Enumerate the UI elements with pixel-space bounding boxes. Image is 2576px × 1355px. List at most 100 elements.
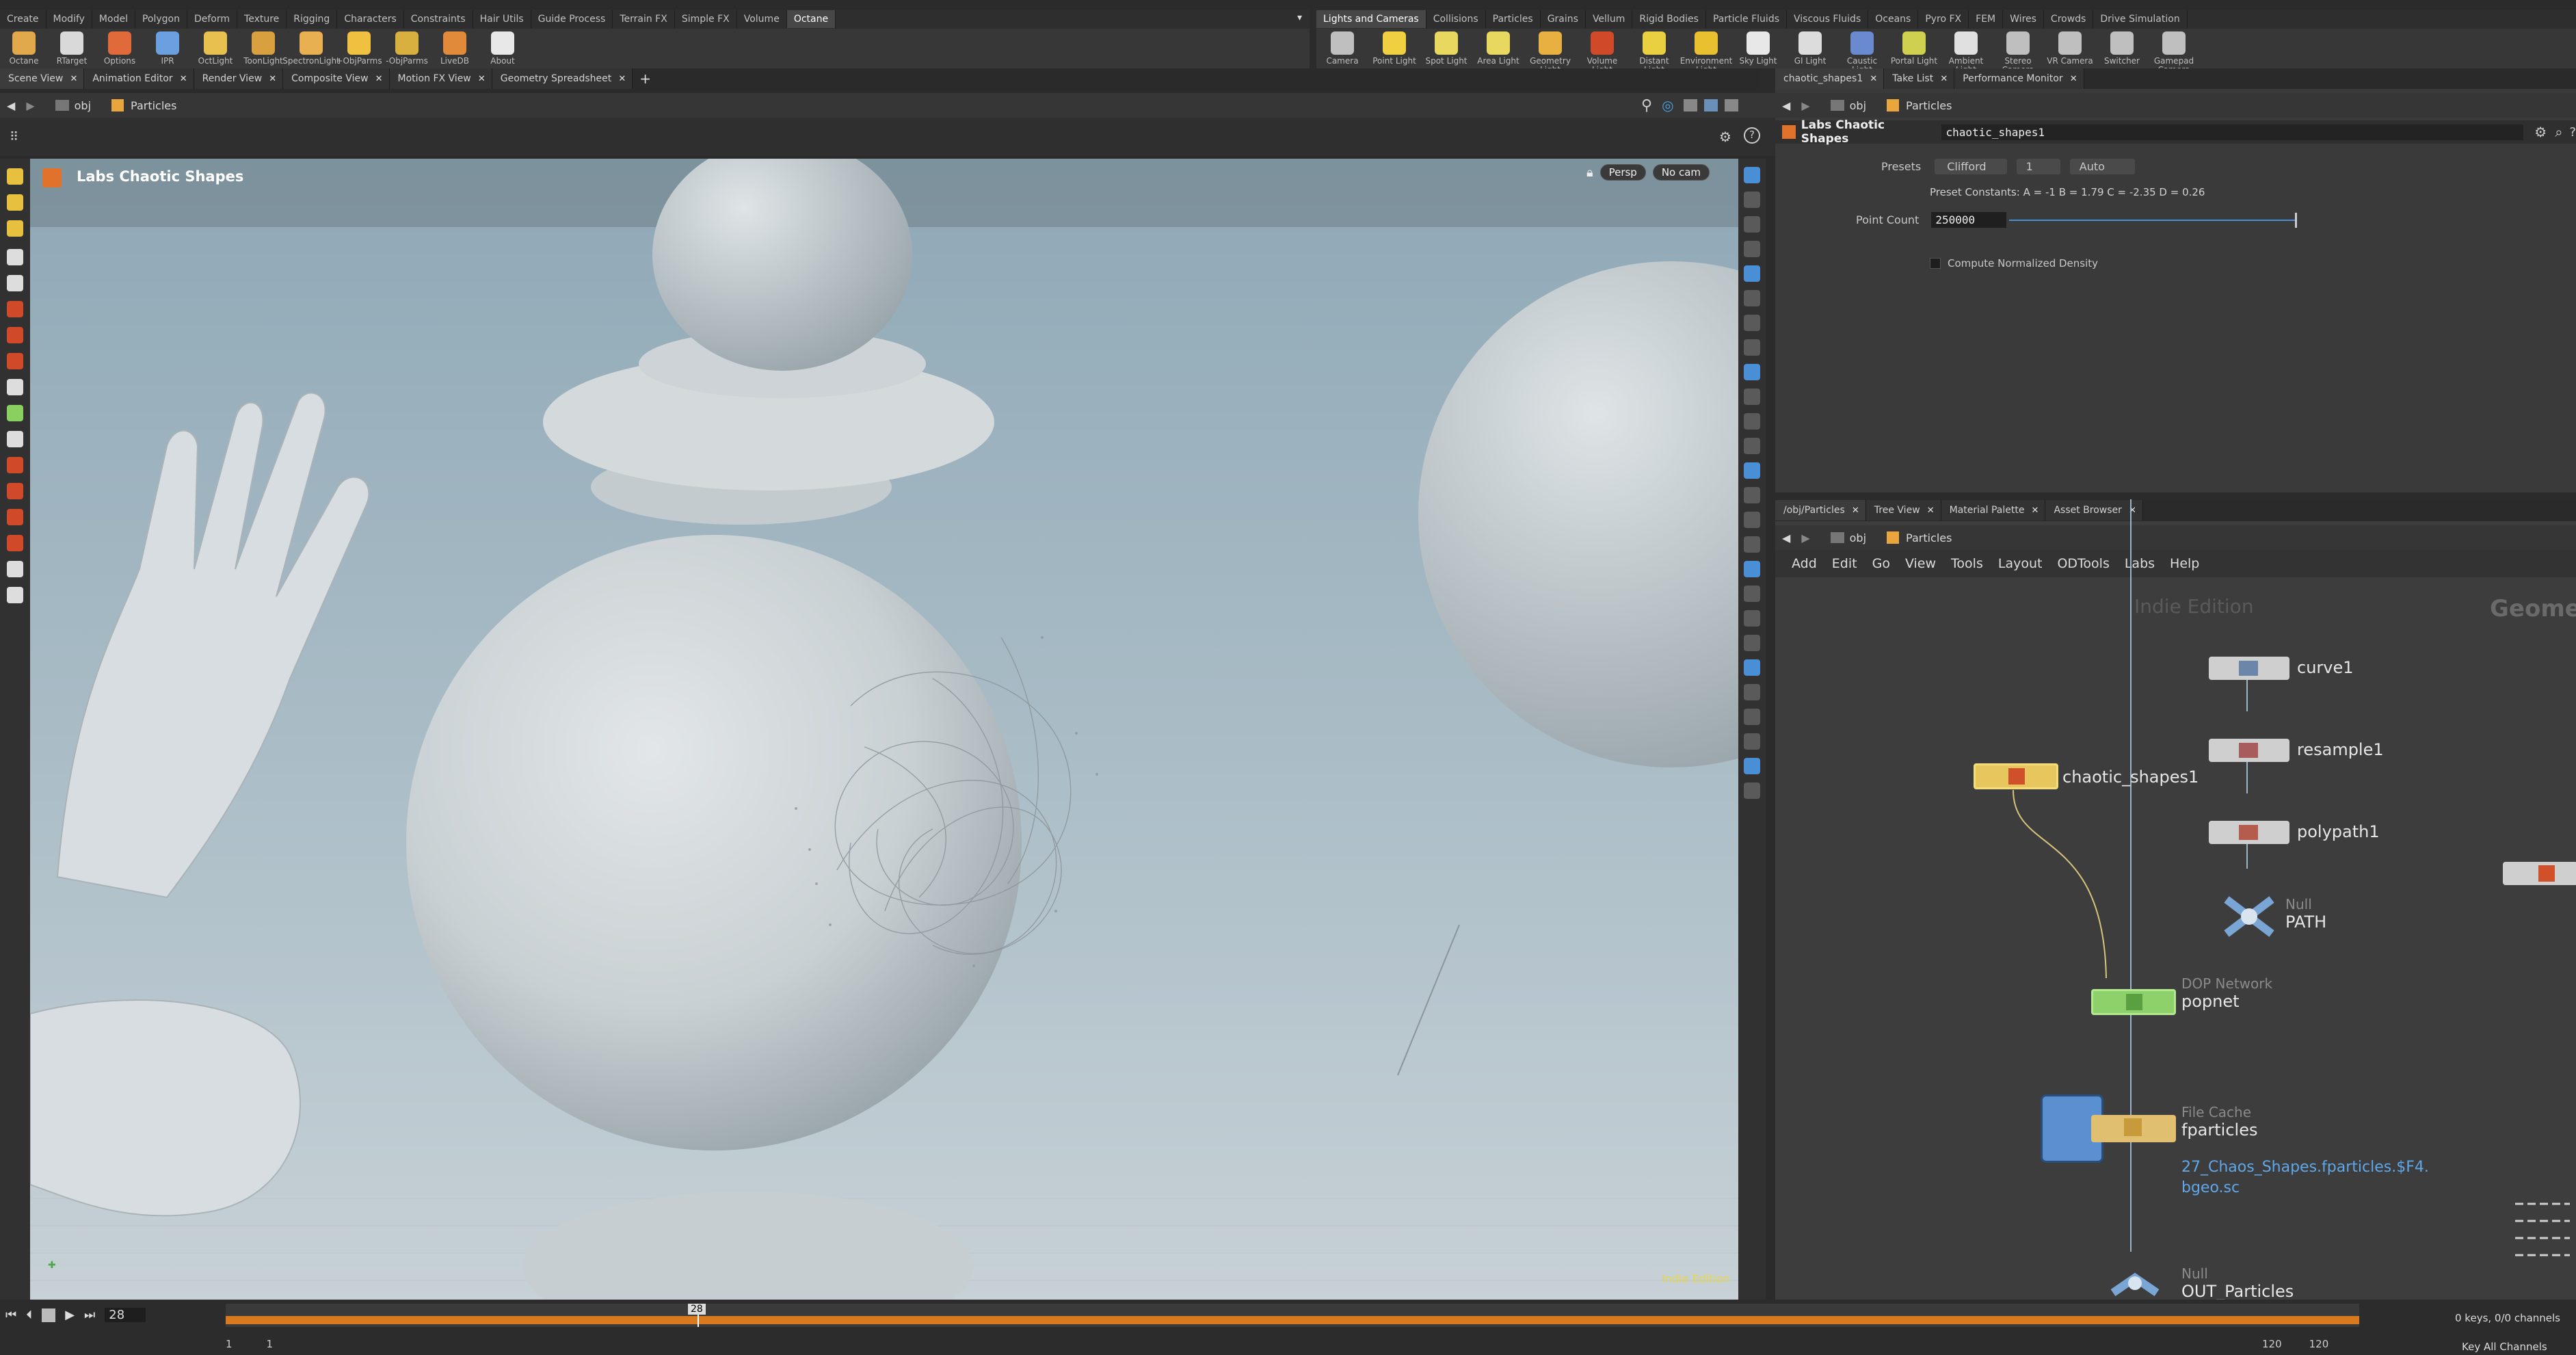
help-icon[interactable]: ? (1744, 127, 1760, 144)
display-option-icon[interactable] (1744, 709, 1760, 725)
shelf-tab[interactable]: Wires (2003, 10, 2044, 28)
display-option-icon[interactable] (1744, 339, 1760, 356)
shelf-tab[interactable]: Modify (47, 10, 92, 28)
curve1-label[interactable]: curve1 (2297, 658, 2354, 677)
jump-start-icon[interactable]: ⏮ (5, 1308, 16, 1322)
shelf-tab[interactable]: Drive Simulation (2093, 10, 2188, 28)
timeline-scrubber[interactable]: 28 (226, 1304, 2359, 1327)
shelf-tab[interactable]: Characters (337, 10, 404, 28)
shelf-tab[interactable]: Viscous Fluids (1787, 10, 1869, 28)
shelf-tab[interactable]: Model (92, 10, 135, 28)
point-count-slider[interactable] (2009, 212, 2298, 228)
view-tab[interactable]: Motion FX View ✕ (389, 68, 492, 89)
step-back-icon[interactable]: ⏴ (26, 1308, 32, 1322)
shelf-tab[interactable]: Lights and Cameras (1316, 10, 1426, 28)
shelf-tab[interactable]: Particles (1486, 10, 1541, 28)
jump-end-icon[interactable]: ⏭ (84, 1308, 95, 1322)
resample1-label[interactable]: resample1 (2297, 740, 2384, 759)
display-option-icon[interactable] (1744, 684, 1760, 700)
fparticles-label[interactable]: fparticles (2181, 1120, 2257, 1140)
display-option-icon[interactable] (1744, 438, 1760, 454)
shelf-tool[interactable]: Camera (1316, 31, 1368, 66)
shelf-tool[interactable]: ToonLight (239, 31, 287, 66)
play-icon[interactable]: ▶ (65, 1308, 75, 1322)
display-option-icon[interactable] (1744, 413, 1760, 430)
display-option-icon[interactable] (1744, 265, 1760, 282)
close-icon[interactable]: ✕ (478, 74, 486, 84)
param-back-icon[interactable]: ◀ (1782, 99, 1790, 112)
view-tab[interactable]: Composite View ✕ (283, 68, 390, 89)
viewport-tool-icon[interactable] (7, 301, 23, 317)
display-option-icon[interactable] (1744, 487, 1760, 503)
param-path-node[interactable]: Particles (1906, 99, 1952, 112)
viewport-tool-icon[interactable] (7, 275, 23, 291)
node-curve1[interactable] (2209, 657, 2289, 680)
viewport-tool-icon[interactable] (7, 561, 23, 577)
path-null-label[interactable]: PATH (2285, 912, 2326, 932)
pin-icon[interactable]: ⚲ (1641, 97, 1652, 114)
viewport-tool-icon[interactable] (7, 457, 23, 473)
display-option-icon[interactable] (1744, 290, 1760, 306)
preset-mode[interactable]: Auto (2069, 159, 2135, 174)
shelf-tab[interactable]: Rigid Bodies (1632, 10, 1706, 28)
display-option-icon[interactable] (1744, 241, 1760, 257)
node-chaotic-shapes1[interactable] (1974, 763, 2058, 789)
viewport-tool-icon[interactable] (7, 431, 23, 447)
layout-icon[interactable] (1703, 99, 1718, 111)
close-icon[interactable]: ✕ (618, 74, 626, 84)
shelf-tool[interactable]: OctLight (191, 31, 239, 66)
display-option-icon[interactable] (1744, 733, 1760, 750)
display-option-icon[interactable] (1744, 782, 1760, 799)
path-obj[interactable]: obj (75, 99, 91, 112)
display-option-icon[interactable] (1744, 635, 1760, 651)
param-forward-icon[interactable]: ▶ (1801, 99, 1809, 112)
node-name-field[interactable]: chaotic_shapes1 (1941, 124, 2524, 140)
viewport-tool-icon[interactable] (7, 249, 23, 265)
path-node[interactable]: Particles (131, 99, 176, 112)
shelf-tool[interactable]: Area Light (1472, 31, 1524, 66)
shelf-tab[interactable]: Texture (237, 10, 287, 28)
node-fparticles[interactable] (2091, 1115, 2176, 1142)
shelf-tab[interactable]: Pyro FX (1918, 10, 1969, 28)
display-option-icon[interactable] (1744, 315, 1760, 331)
shelf-tool[interactable]: SpectronLight (282, 31, 340, 66)
display-option-icon[interactable] (1744, 364, 1760, 380)
display-option-icon[interactable] (1744, 561, 1760, 577)
node-offscreen[interactable] (2503, 862, 2576, 885)
viewport-tool-icon[interactable] (7, 379, 23, 395)
close-icon[interactable]: ✕ (375, 74, 383, 84)
shelf-tab[interactable]: Terrain FX (613, 10, 675, 28)
view-tab[interactable]: Scene View ✕ (0, 68, 85, 89)
display-option-icon[interactable] (1744, 536, 1760, 553)
shelf-tool[interactable]: GI Light (1784, 31, 1836, 66)
shelf-tab[interactable]: Grains (1541, 10, 1586, 28)
stop-icon[interactable] (42, 1308, 56, 1322)
display-option-icon[interactable] (1744, 462, 1760, 479)
shelf-tool[interactable]: Octane (0, 31, 48, 66)
link-icon[interactable]: ◎ (1662, 97, 1673, 114)
add-tab-icon[interactable]: + (633, 70, 658, 87)
viewport-tool-icon[interactable] (7, 405, 23, 421)
chaotic-shapes1-label[interactable]: chaotic_shapes1 (2062, 767, 2199, 787)
param-path-obj[interactable]: obj (1850, 99, 1866, 112)
display-option-icon[interactable] (1744, 192, 1760, 208)
shelf-tab[interactable]: Particle Fluids (1706, 10, 1788, 28)
close-icon[interactable]: ✕ (2070, 74, 2077, 84)
shelf-tool[interactable]: Options (96, 31, 144, 66)
shelf-tab[interactable]: Volume (737, 10, 787, 28)
shelf-tool[interactable]: Switcher (2096, 31, 2148, 66)
close-icon[interactable]: ✕ (1940, 74, 1948, 84)
viewport-tool-icon[interactable] (7, 483, 23, 499)
shelf-tab[interactable]: Octane (786, 10, 836, 28)
viewport-tool-icon[interactable] (7, 587, 23, 603)
shelf-tab[interactable]: Deform (187, 10, 238, 28)
param-tab[interactable]: Performance Monitor ✕ (1954, 68, 2084, 89)
close-icon[interactable]: ✕ (70, 74, 77, 84)
display-option-icon[interactable] (1744, 216, 1760, 233)
forward-arrow-icon[interactable]: ▶ (26, 99, 34, 112)
point-count-field[interactable]: 250000 (1931, 212, 2007, 228)
viewport[interactable]: Labs Chaotic Shapes 🔒︎ Persp No cam Indi… (30, 159, 1738, 1300)
node-popnet[interactable] (2091, 989, 2176, 1015)
preset-dropdown[interactable]: Clifford (1935, 159, 2007, 174)
node-polypath1[interactable] (2209, 821, 2289, 844)
